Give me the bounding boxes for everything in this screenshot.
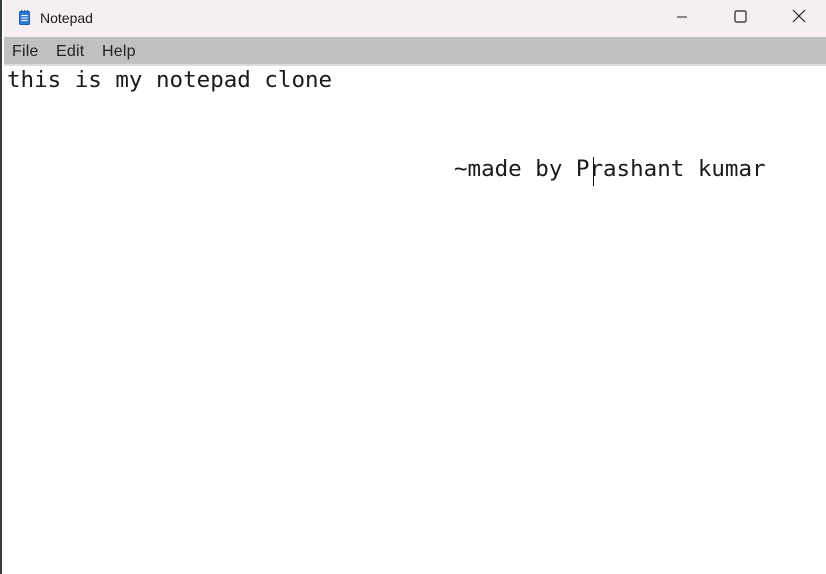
text-cursor	[593, 157, 594, 186]
menu-edit[interactable]: Edit	[56, 43, 84, 61]
notepad-icon	[19, 10, 30, 25]
menu-bar: File Edit Help	[4, 37, 826, 66]
maximize-button[interactable]	[711, 0, 769, 37]
window-title: Notepad	[40, 10, 93, 26]
menu-help[interactable]: Help	[102, 43, 136, 61]
close-button[interactable]	[770, 0, 826, 37]
notepad-window: Notepad File Edit Help this is my notepa…	[0, 0, 826, 574]
maximize-icon	[733, 9, 747, 28]
minimize-button[interactable]	[653, 0, 711, 37]
text-editor[interactable]: this is my notepad clone ~made by Prasha…	[4, 66, 826, 574]
menu-file[interactable]: File	[12, 43, 39, 61]
title-bar[interactable]: Notepad	[4, 0, 826, 37]
editor-line-2: ~made by Prashant kumar	[454, 156, 766, 182]
minimize-icon	[676, 10, 688, 28]
editor-line-1: this is my notepad clone	[7, 67, 333, 93]
close-icon	[792, 9, 806, 28]
